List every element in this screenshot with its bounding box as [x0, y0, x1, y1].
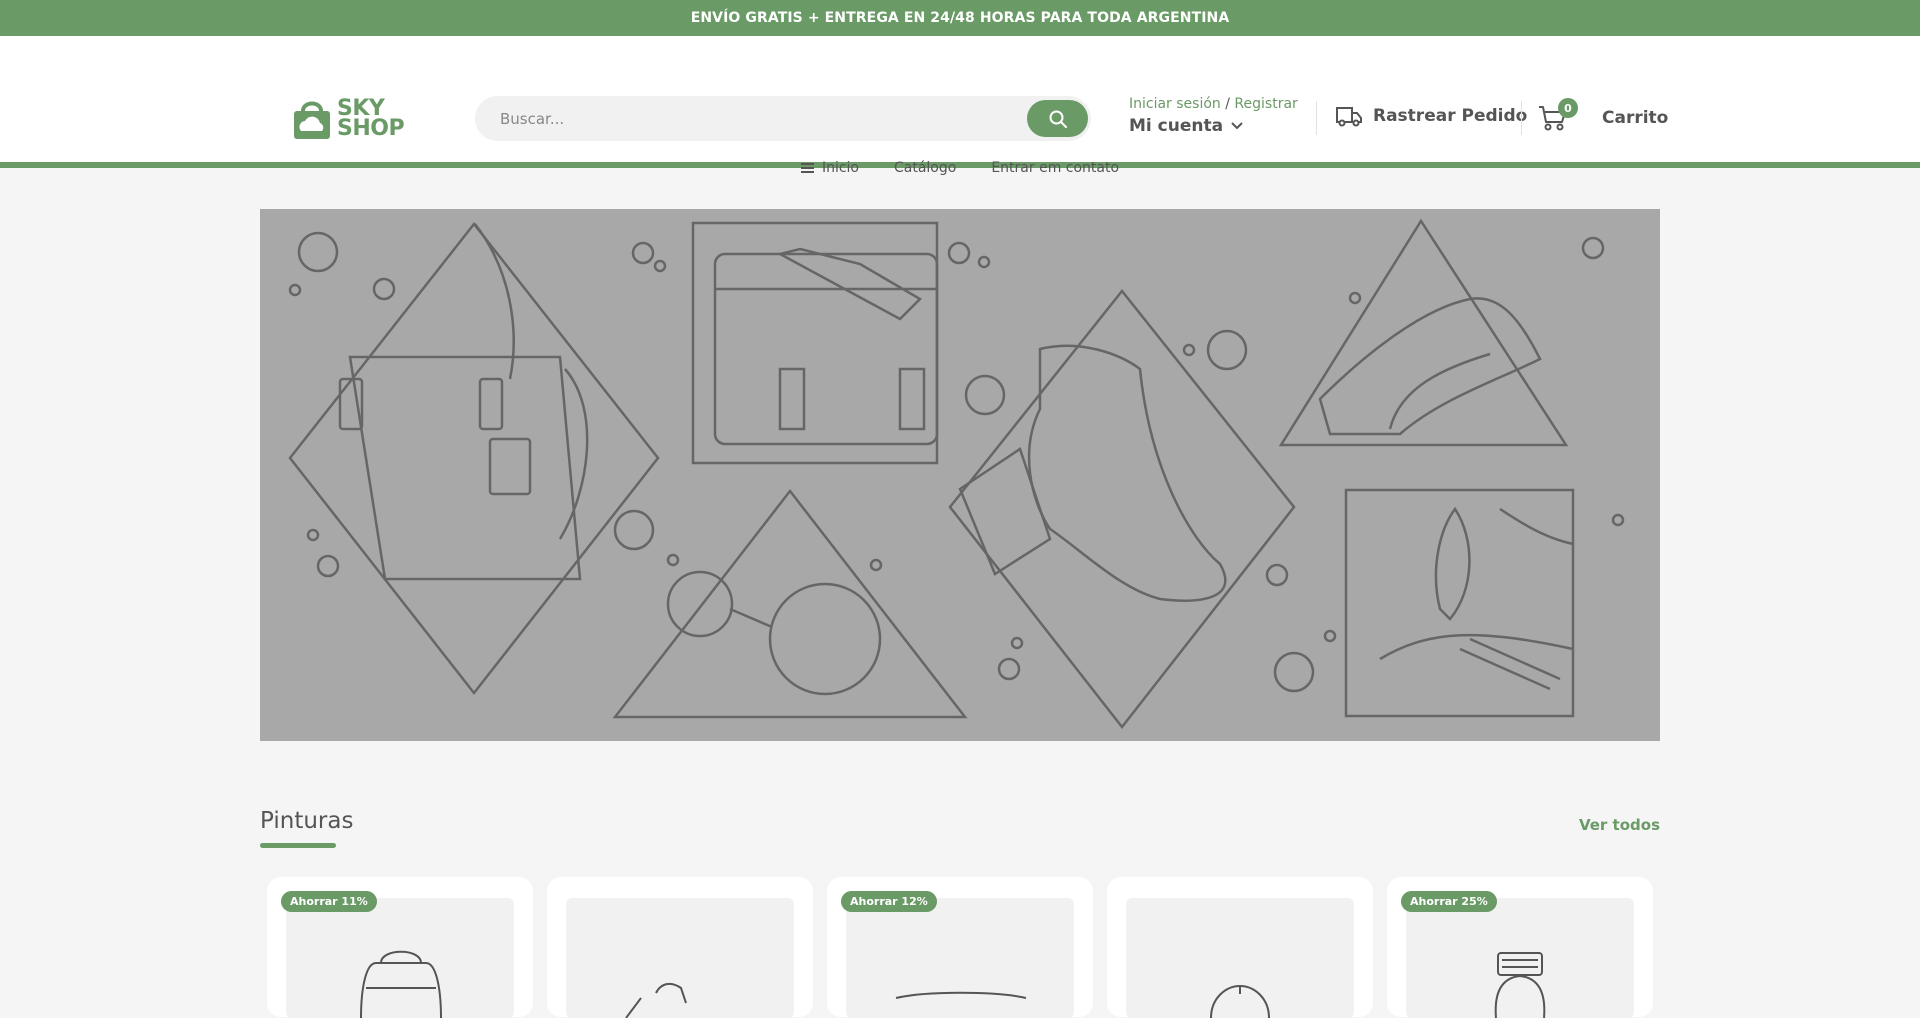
logo-wordmark: SKY SHOP [337, 98, 405, 141]
account-area: Iniciar sesión / Registrar Mi cuenta [1129, 96, 1298, 136]
auth-links: Iniciar sesión / Registrar [1129, 96, 1298, 112]
nav-item-label: Inicio [821, 160, 859, 176]
product-carousel: Ahorrar 11% Ahorrar 12% Ahorrar 25% [267, 877, 1653, 1018]
nav-item-label: Catálogo [893, 160, 957, 176]
section-title-underline [260, 843, 336, 848]
logo[interactable]: SKY SHOP [291, 96, 405, 142]
discount-badge: Ahorrar 11% [281, 891, 377, 912]
promo-banner: ENVÍO GRATIS + ENTREGA EN 24/48 HORAS PA… [0, 0, 1920, 36]
backpack-icon [360, 950, 442, 1018]
auth-separator: / [1225, 96, 1230, 112]
logo-line-2: SHOP [337, 116, 405, 141]
track-order-link[interactable]: Rastrear Pedido [1335, 104, 1527, 128]
header-divider [1521, 101, 1522, 135]
cart-button[interactable]: 0 Carrito [1538, 98, 1669, 132]
product-image [286, 898, 514, 1018]
product-image [1406, 898, 1634, 1018]
section-title: Pinturas [260, 808, 354, 834]
cart-count-badge: 0 [1558, 98, 1578, 118]
product-card[interactable]: Ahorrar 11% [267, 877, 533, 1018]
cart-icon-wrap: 0 [1538, 98, 1578, 132]
shopping-bag-logo-icon [294, 101, 330, 139]
track-order-label: Rastrear Pedido [1373, 106, 1528, 126]
menu-icon [800, 163, 814, 173]
nav-item-catalogo[interactable]: Catálogo [894, 160, 956, 176]
watch-icon [1494, 952, 1546, 1018]
search-bar [475, 96, 1091, 141]
my-account-label: Mi cuenta [1129, 116, 1224, 136]
product-card[interactable]: Ahorrar 12% [827, 877, 1093, 1018]
nav-item-inicio[interactable]: Inicio [800, 160, 859, 176]
login-link[interactable]: Iniciar sesión [1129, 96, 1221, 112]
discount-badge: Ahorrar 12% [841, 891, 937, 912]
nav-item-label: Entrar em contato [991, 160, 1120, 176]
sunglasses-icon [895, 991, 1027, 999]
see-all-link[interactable]: Ver todos [1579, 816, 1660, 834]
search-button[interactable] [1027, 100, 1088, 137]
cart-label: Carrito [1602, 108, 1669, 128]
my-account-dropdown[interactable]: Mi cuenta [1129, 116, 1298, 136]
delivery-truck-icon [1336, 107, 1362, 127]
product-card[interactable] [547, 877, 813, 1018]
main-nav: Inicio Catálogo Entrar em contato [0, 160, 1920, 176]
hero-banner[interactable] [260, 209, 1660, 741]
product-card[interactable] [1107, 877, 1373, 1018]
shoe-icon [625, 982, 687, 1018]
nav-item-contacto[interactable]: Entrar em contato [991, 160, 1119, 176]
fashion-accessories-illustration [288, 218, 1625, 730]
chevron-down-icon [1231, 122, 1243, 130]
product-image [1126, 898, 1354, 1018]
discount-badge: Ahorrar 25% [1401, 891, 1497, 912]
product-image [566, 898, 794, 1018]
cap-icon [1210, 984, 1270, 1018]
site-header: SKY SHOP Iniciar sesión / Registrar Mi c… [0, 36, 1920, 176]
register-link[interactable]: Registrar [1234, 96, 1297, 112]
product-card[interactable]: Ahorrar 25% [1387, 877, 1653, 1018]
product-image [846, 898, 1074, 1018]
search-input[interactable] [500, 109, 1000, 128]
section-header: Pinturas Ver todos [260, 808, 1660, 848]
header-divider [1316, 101, 1317, 135]
search-icon [1049, 110, 1067, 128]
promo-text: ENVÍO GRATIS + ENTREGA EN 24/48 HORAS PA… [690, 10, 1230, 26]
